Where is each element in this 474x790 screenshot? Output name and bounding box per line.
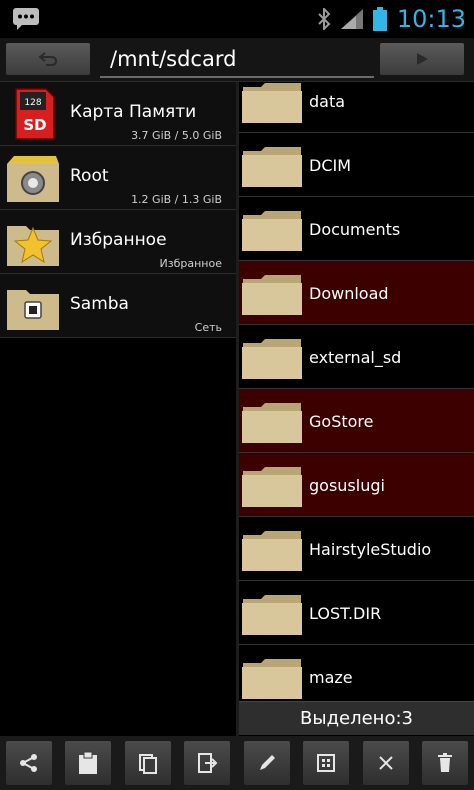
rename-button[interactable] bbox=[243, 741, 290, 785]
back-arrow-icon bbox=[38, 52, 58, 66]
location-name: Карта Памяти bbox=[70, 102, 197, 122]
grid-icon bbox=[317, 754, 336, 772]
location-favorites[interactable]: Избранное Избранное bbox=[0, 210, 236, 274]
file-name: Download bbox=[309, 284, 389, 303]
file-row[interactable]: external_sd bbox=[239, 325, 474, 389]
back-button[interactable] bbox=[6, 43, 90, 75]
signal-icon bbox=[340, 9, 363, 29]
file-row[interactable]: DCIM bbox=[239, 133, 474, 197]
file-row[interactable]: gosuslugi bbox=[239, 453, 474, 517]
file-name: GoStore bbox=[309, 412, 374, 431]
favorites-folder-icon bbox=[7, 226, 59, 266]
battery-icon bbox=[372, 7, 387, 31]
file-name: Documents bbox=[309, 220, 401, 239]
forward-button[interactable] bbox=[380, 43, 464, 75]
locations-panel: 128 SD Карта Памяти 3.7 GiB / 5.0 GiB Ro… bbox=[0, 82, 236, 736]
folder-icon bbox=[242, 211, 302, 251]
path-field[interactable]: /mnt/sdcard bbox=[100, 42, 374, 78]
file-row[interactable]: Documents bbox=[239, 197, 474, 261]
sd-card-icon: 128 SD bbox=[15, 88, 55, 140]
folder-icon bbox=[242, 147, 302, 187]
location-sdcard[interactable]: 128 SD Карта Памяти 3.7 GiB / 5.0 GiB bbox=[0, 82, 236, 146]
file-row[interactable]: LOST.DIR bbox=[239, 581, 474, 645]
clock: 10:13 bbox=[396, 5, 466, 33]
folder-icon bbox=[242, 659, 302, 699]
trash-icon bbox=[437, 753, 452, 772]
share-icon bbox=[20, 754, 37, 772]
delete-button[interactable] bbox=[421, 741, 468, 785]
status-bar: 10:13 bbox=[0, 0, 474, 38]
copy-button[interactable] bbox=[124, 741, 171, 785]
close-icon bbox=[378, 756, 393, 770]
file-list[interactable]: data DCIM Documents Download external_sd GoSt… bbox=[239, 82, 474, 700]
location-name: Избранное bbox=[70, 230, 167, 250]
move-button[interactable] bbox=[184, 741, 231, 785]
select-all-button[interactable] bbox=[303, 741, 350, 785]
deselect-button[interactable] bbox=[362, 741, 409, 785]
root-folder-icon bbox=[7, 156, 59, 202]
location-name: Root bbox=[70, 166, 109, 186]
play-icon bbox=[417, 53, 428, 65]
svg-text:128: 128 bbox=[24, 98, 41, 108]
share-button[interactable] bbox=[6, 741, 52, 785]
pencil-icon bbox=[259, 755, 275, 770]
folder-icon bbox=[242, 275, 302, 315]
file-name: external_sd bbox=[309, 348, 402, 367]
location-info: 3.7 GiB / 5.0 GiB bbox=[131, 129, 222, 142]
file-row[interactable]: GoStore bbox=[239, 389, 474, 453]
selection-count: Выделено:3 bbox=[239, 701, 474, 735]
file-row[interactable]: data bbox=[239, 82, 474, 133]
location-info: Сеть bbox=[194, 321, 222, 334]
file-name: maze bbox=[309, 668, 353, 687]
folder-icon bbox=[242, 467, 302, 507]
location-info: 1.2 GiB / 1.3 GiB bbox=[131, 193, 222, 206]
location-name: Samba bbox=[70, 294, 129, 314]
clipboard-icon bbox=[79, 751, 98, 774]
folder-icon bbox=[242, 531, 302, 571]
copy-icon bbox=[138, 754, 157, 774]
location-info: Избранное bbox=[159, 257, 222, 270]
file-name: gosuslugi bbox=[309, 476, 385, 495]
folder-icon bbox=[242, 339, 302, 379]
svg-text:SD: SD bbox=[23, 116, 46, 134]
file-name: HairstyleStudio bbox=[309, 540, 432, 559]
file-name: data bbox=[309, 92, 346, 111]
file-row[interactable]: HairstyleStudio bbox=[239, 517, 474, 581]
clipboard-button[interactable] bbox=[65, 741, 112, 785]
path-bar: /mnt/sdcard bbox=[0, 38, 474, 82]
folder-icon bbox=[242, 83, 302, 123]
location-root[interactable]: Root 1.2 GiB / 1.3 GiB bbox=[0, 146, 236, 210]
file-row[interactable]: Download bbox=[239, 261, 474, 325]
folder-icon bbox=[242, 595, 302, 635]
bluetooth-icon bbox=[318, 8, 331, 30]
notification-icon bbox=[13, 8, 39, 30]
folder-icon bbox=[242, 403, 302, 443]
location-samba[interactable]: Samba Сеть bbox=[0, 274, 236, 338]
file-name: DCIM bbox=[309, 156, 352, 175]
bottom-toolbar bbox=[0, 736, 474, 790]
network-folder-icon bbox=[7, 290, 59, 330]
file-row[interactable]: maze bbox=[239, 645, 474, 700]
file-name: LOST.DIR bbox=[309, 604, 382, 623]
move-icon bbox=[198, 753, 218, 773]
